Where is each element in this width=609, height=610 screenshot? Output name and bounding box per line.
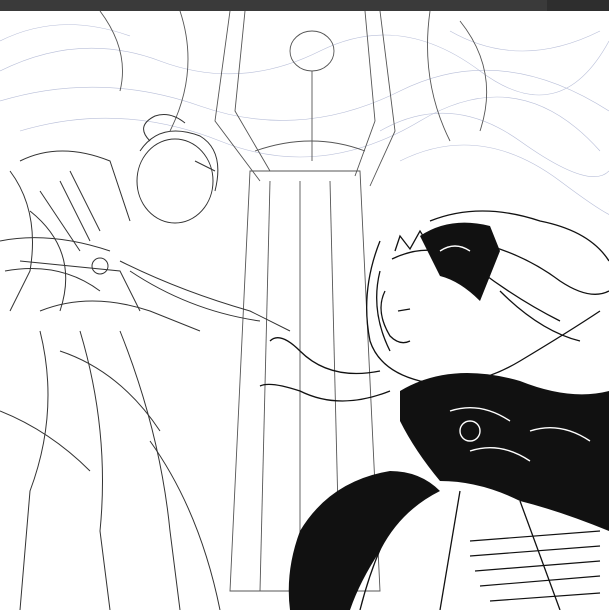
artwork-svg: [0, 11, 609, 610]
left-sketch-figure: [0, 114, 291, 610]
drawing-canvas[interactable]: [0, 11, 609, 610]
top-bar-right-panel: [547, 0, 609, 11]
background-sketch-figure: [99, 11, 488, 592]
guide-lines: [0, 24, 609, 215]
black-cape: [288, 222, 609, 610]
app-top-bar: [0, 0, 609, 11]
